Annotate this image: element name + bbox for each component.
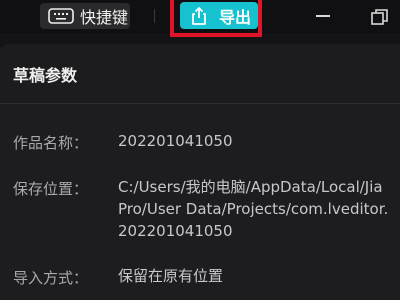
restore-icon[interactable]	[370, 7, 390, 27]
shortcut-button[interactable]: 快捷键	[40, 3, 130, 29]
top-toolbar: 快捷键 导出	[0, 0, 400, 37]
field-label-location: 保存位置：	[13, 180, 89, 198]
upload-icon	[192, 6, 206, 25]
export-label: 导出	[219, 7, 252, 27]
field-value-location: C:/Users/我的电脑/AppData/Local/Jia Pro/User…	[118, 176, 388, 242]
value-line: 保留在原有位置	[118, 267, 224, 285]
shortcut-label: 快捷键	[80, 8, 129, 27]
panel-title: 草稿参数	[13, 66, 78, 85]
field-value-name: 202201041050	[118, 130, 233, 152]
export-button[interactable]: 导出	[180, 2, 258, 29]
value-line: 202201041050	[118, 132, 233, 150]
minimize-icon[interactable]	[316, 15, 330, 17]
value-line: Pro/User Data/Projects/com.lveditor.	[118, 200, 389, 218]
panel-header: 草稿参数	[0, 44, 400, 104]
toolbar-divider	[154, 9, 155, 23]
field-label-name: 作品名称：	[13, 134, 89, 152]
value-line: C:/Users/我的电脑/AppData/Local/Jia	[118, 178, 383, 196]
keyboard-icon	[48, 8, 74, 24]
field-label-import: 导入方式：	[13, 269, 89, 287]
draft-params-panel: 草稿参数 作品名称： 202201041050 保存位置： C:/Users/我…	[0, 44, 400, 300]
value-line: 202201041050	[118, 222, 233, 240]
field-value-import: 保留在原有位置	[118, 265, 223, 287]
